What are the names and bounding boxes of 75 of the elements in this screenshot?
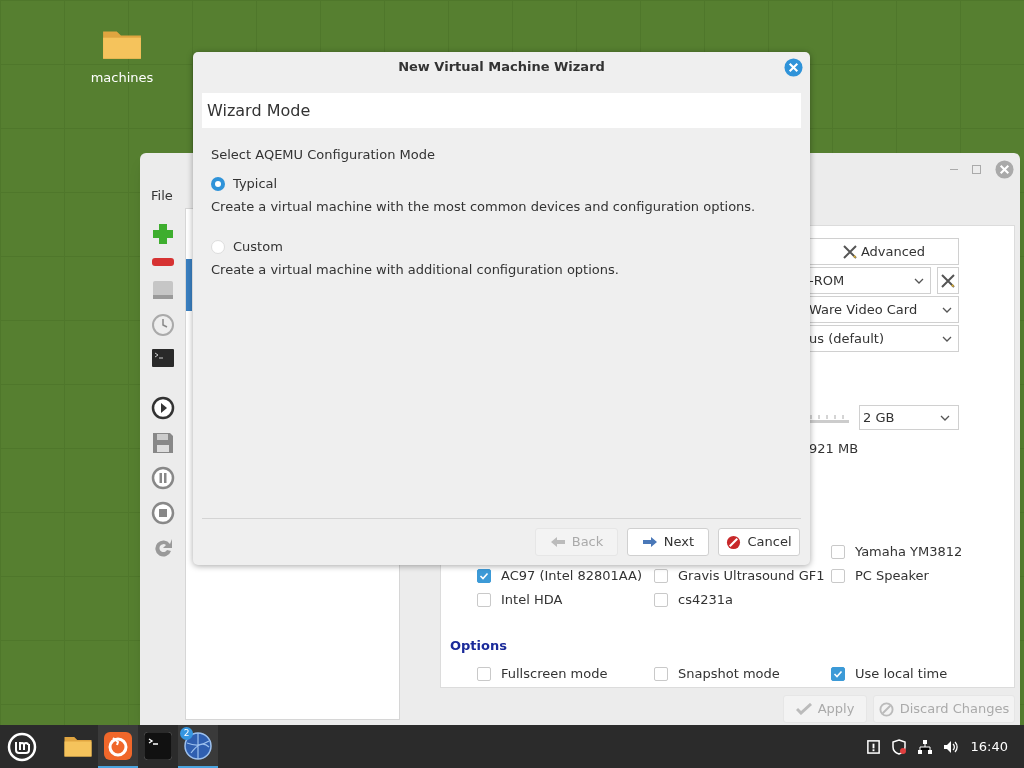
count-badge: 2 xyxy=(180,727,193,740)
radio-button[interactable] xyxy=(211,240,225,254)
drive-icon[interactable] xyxy=(150,278,175,302)
page-header: Wizard Mode xyxy=(202,93,801,128)
window-title: New Virtual Machine Wizard xyxy=(398,58,605,77)
chevron-icon xyxy=(940,414,950,421)
checkbox-label: Yamaha YM3812 xyxy=(855,542,963,561)
dropdown[interactable]: -ROM xyxy=(809,267,931,294)
option-description: Create a virtual machine with additional configuration options. xyxy=(211,261,620,279)
checkbox[interactable] xyxy=(831,667,845,681)
checkbox[interactable] xyxy=(831,544,845,559)
checkmark-icon xyxy=(795,703,812,715)
checkbox-label: cs4231a xyxy=(678,590,733,609)
checkbox[interactable] xyxy=(477,568,491,583)
option-description: Create a virtual machine with the most common devices and configuration options. xyxy=(211,197,757,216)
network-icon[interactable] xyxy=(916,738,933,755)
play-icon[interactable] xyxy=(150,396,175,420)
arrow-left-icon xyxy=(549,536,566,548)
checkbox[interactable] xyxy=(654,592,668,607)
checkmark-icon xyxy=(833,669,843,679)
clock-icon[interactable] xyxy=(150,313,175,337)
checkbox[interactable] xyxy=(477,592,491,607)
maximize-icon[interactable] xyxy=(972,164,981,174)
checkbox[interactable] xyxy=(654,568,668,583)
checkbox[interactable] xyxy=(831,568,845,583)
minimize-icon[interactable] xyxy=(950,168,958,170)
close-icon[interactable] xyxy=(784,58,803,77)
dropdown[interactable]: Ware Video Card xyxy=(809,296,959,323)
clock[interactable]: 16:40 xyxy=(970,736,1008,757)
shield-icon[interactable] xyxy=(890,738,907,755)
tools-icon xyxy=(940,272,956,289)
chevron-icon xyxy=(914,277,924,284)
checkbox-label: Snapshot mode xyxy=(678,665,780,684)
desktop-icon-label[interactable]: machines xyxy=(90,68,154,88)
checkbox-label: AC97 (Intel 82801AA) xyxy=(501,566,642,585)
radio-button[interactable] xyxy=(211,176,225,191)
dropdown[interactable]: us (default) xyxy=(809,325,959,352)
tools-button[interactable] xyxy=(937,267,959,294)
checkbox-label: Intel HDA xyxy=(501,590,563,609)
free-memory-label: 921 MB xyxy=(809,440,860,458)
terminal-icon xyxy=(144,731,172,760)
checkbox[interactable] xyxy=(654,667,668,681)
checkbox-label: Gravis Ultrasound GF1 xyxy=(678,566,825,585)
clipboard-icon[interactable] xyxy=(865,739,881,754)
stop-icon[interactable] xyxy=(150,501,175,525)
chevron-icon xyxy=(942,306,952,313)
checkbox[interactable] xyxy=(477,667,491,681)
checkbox-label: Use local time xyxy=(855,665,948,684)
checkbox-label: Fullscreen mode xyxy=(501,665,608,684)
minus-icon[interactable] xyxy=(150,257,175,267)
browser-icon xyxy=(104,731,132,760)
radio-label: Custom xyxy=(233,238,283,257)
floppy-icon[interactable] xyxy=(150,431,175,455)
globe-icon xyxy=(183,730,213,761)
taskbar-app[interactable] xyxy=(98,725,138,768)
cancel-icon xyxy=(878,701,894,717)
dialog-button[interactable]: Cancel xyxy=(718,528,800,556)
prompt-text: Select AQEMU Configuration Mode xyxy=(211,146,436,164)
plus-icon[interactable] xyxy=(150,222,175,246)
advanced-button[interactable]: Advanced xyxy=(809,238,959,265)
section-heading: Options xyxy=(450,636,508,655)
tools-icon xyxy=(841,243,858,260)
menu-item[interactable]: File xyxy=(151,185,173,206)
dropdown[interactable]: 2 GB xyxy=(859,405,959,430)
dialog-button[interactable]: Next xyxy=(627,528,709,556)
checkbox-label: PC Speaker xyxy=(855,566,929,585)
terminal-icon[interactable] xyxy=(150,348,175,368)
stop-icon xyxy=(726,534,742,550)
close-icon[interactable] xyxy=(995,159,1014,179)
radio-label: Typical xyxy=(233,174,278,193)
pause-icon[interactable] xyxy=(150,466,175,490)
slider-ticks xyxy=(809,412,849,423)
chevron-icon xyxy=(942,335,952,342)
checkmark-icon xyxy=(479,570,489,581)
arrow-right-icon xyxy=(641,536,658,548)
